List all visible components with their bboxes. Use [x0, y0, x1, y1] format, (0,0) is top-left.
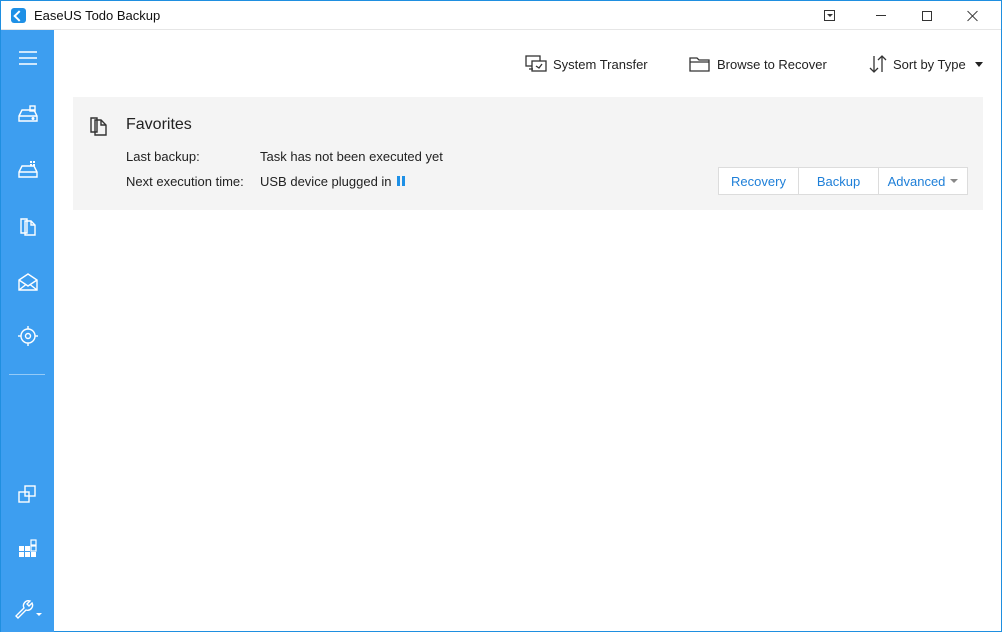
- disk-backup-icon: [17, 105, 38, 122]
- browse-to-recover-button[interactable]: Browse to Recover: [689, 52, 827, 76]
- system-transfer-button[interactable]: System Transfer: [525, 52, 648, 76]
- close-icon: [967, 10, 979, 22]
- minimize-button[interactable]: [858, 1, 904, 30]
- last-backup-value: Task has not been executed yet: [260, 149, 443, 164]
- sort-by-type-label: Sort by Type: [893, 56, 966, 72]
- advanced-label: Advanced: [887, 173, 946, 189]
- next-execution-label: Next execution time:: [126, 174, 244, 189]
- next-execution-value: USB device plugged in: [260, 174, 392, 189]
- advanced-button[interactable]: Advanced: [879, 168, 967, 194]
- system-transfer-icon: [525, 55, 547, 72]
- system-backup-icon: [17, 161, 38, 178]
- minimize-icon: [876, 15, 886, 16]
- sort-by-type-button[interactable]: Sort by Type: [869, 52, 983, 76]
- sidebar-item-system-clone[interactable]: [1, 526, 54, 570]
- file-backup-icon: [19, 218, 36, 236]
- sidebar-divider: [9, 374, 45, 375]
- chevron-down-icon: [974, 61, 983, 67]
- app-window: EaseUS Todo Backup System Transfer Brows…: [0, 0, 1002, 632]
- windows-grid-icon: [18, 539, 37, 557]
- last-backup-label: Last backup:: [126, 149, 200, 164]
- window-title: EaseUS Todo Backup: [34, 8, 161, 23]
- task-title: Favorites: [126, 116, 192, 133]
- chevron-down-icon: [950, 179, 959, 183]
- title-bar: EaseUS Todo Backup: [1, 1, 1001, 30]
- sort-arrows-icon: [869, 55, 887, 73]
- close-button[interactable]: [950, 1, 996, 30]
- pause-icon[interactable]: [396, 176, 406, 186]
- backup-task-card: Favorites Last backup: Task has not been…: [73, 97, 983, 210]
- dropdown-box-icon: [823, 10, 835, 21]
- maximize-icon: [922, 10, 932, 21]
- backup-button[interactable]: Backup: [799, 168, 879, 194]
- window-menu-button[interactable]: [806, 1, 852, 30]
- task-actions: Recovery Backup Advanced: [718, 167, 968, 195]
- recovery-button[interactable]: Recovery: [719, 168, 799, 194]
- maximize-button[interactable]: [904, 1, 950, 30]
- mail-icon: [17, 273, 38, 291]
- folder-icon: [689, 57, 710, 72]
- clone-icon: [17, 485, 36, 503]
- target-icon: [17, 326, 38, 346]
- system-transfer-label: System Transfer: [553, 56, 648, 72]
- sidebar-item-clone[interactable]: [1, 472, 54, 516]
- sidebar-item-tools[interactable]: [1, 586, 54, 630]
- sidebar-menu-button[interactable]: [1, 36, 54, 80]
- file-backup-icon: [90, 117, 107, 136]
- sidebar-item-smart-backup[interactable]: [1, 314, 54, 358]
- sidebar-item-disk-backup[interactable]: [1, 92, 54, 136]
- sidebar-item-file-backup[interactable]: [1, 204, 54, 248]
- hamburger-menu-icon: [18, 51, 37, 65]
- browse-to-recover-label: Browse to Recover: [717, 56, 827, 72]
- sidebar-item-system-backup[interactable]: [1, 148, 54, 192]
- sidebar: [1, 30, 54, 632]
- app-logo-icon: [11, 8, 26, 23]
- sidebar-item-mail-backup[interactable]: [1, 260, 54, 304]
- wrench-icon: [14, 600, 42, 619]
